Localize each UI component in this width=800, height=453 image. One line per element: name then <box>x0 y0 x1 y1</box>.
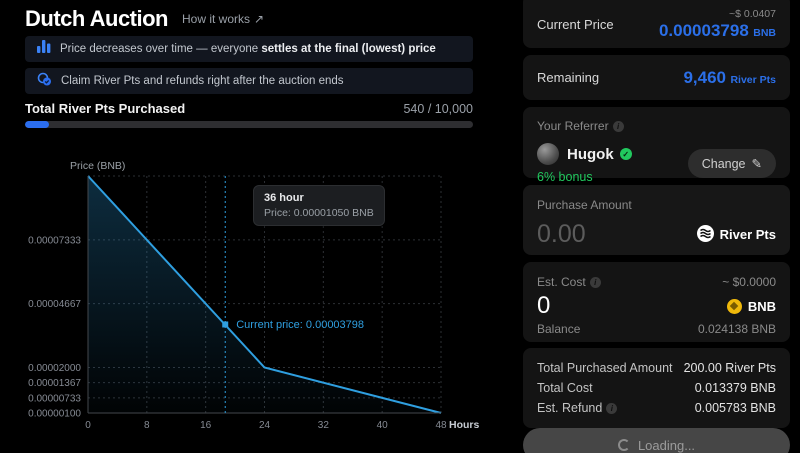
river-pts-icon <box>697 225 714 245</box>
svg-text:32: 32 <box>318 420 330 431</box>
current-price-usd: ~$ 0.0407 <box>659 8 776 20</box>
loading-button[interactable]: Loading... <box>523 428 790 453</box>
progress-bar <box>25 121 473 128</box>
svg-text:40: 40 <box>377 420 389 431</box>
svg-text:0.00000733: 0.00000733 <box>28 393 81 404</box>
est-cost-usd: ~ $0.0000 <box>722 275 776 289</box>
progress-header: Total River Pts Purchased 540 / 10,000 <box>25 101 473 116</box>
svg-text:8: 8 <box>144 420 150 431</box>
tooltip-hour: 36 hour <box>264 192 374 204</box>
svg-text:16: 16 <box>200 420 212 431</box>
total-purchased-value: 200.00 River Pts <box>684 361 776 375</box>
referrer-name: Hugok <box>567 146 614 163</box>
change-referrer-button[interactable]: Change ✎ <box>688 149 776 178</box>
remaining-unit: River Pts <box>730 74 776 86</box>
balance-value: 0.024138 BNB <box>698 322 776 336</box>
svg-text:Hours: Hours <box>449 419 479 431</box>
banner-text: Claim River Pts and refunds right after … <box>61 75 344 87</box>
page-title: Dutch Auction <box>25 6 168 32</box>
progress-label: Total River Pts Purchased <box>25 101 185 116</box>
bnb-chip: BNB <box>727 299 776 314</box>
current-price-card: Current Price ~$ 0.0407 0.00003798 BNB <box>523 0 790 48</box>
svg-text:24: 24 <box>259 420 271 431</box>
referrer-label: Your Referrer <box>537 119 609 133</box>
svg-text:0.00004667: 0.00004667 <box>28 299 81 310</box>
info-icon[interactable]: i <box>613 121 624 132</box>
bnb-token-label: BNB <box>748 299 776 314</box>
est-cost-label: Est. Cost <box>537 275 586 289</box>
purchase-amount-input[interactable] <box>537 220 687 249</box>
purchase-amount-card: Purchase Amount River Pts <box>523 185 790 255</box>
page-header: Dutch Auction How it works ↗ <box>25 6 264 32</box>
referrer-card: Your Referreri Hugok ✓ 6% bonus Change ✎ <box>523 107 790 178</box>
summary-card: Total Purchased Amount 200.00 River Pts … <box>523 348 790 428</box>
remaining-card: Remaining 9,460 River Pts <box>523 55 790 100</box>
total-cost-value: 0.013379 BNB <box>695 381 776 395</box>
progress-fill <box>25 121 49 128</box>
summary-row: Est. Refundi 0.005783 BNB <box>537 401 776 415</box>
info-icon[interactable]: i <box>590 277 601 288</box>
summary-row: Total Purchased Amount 200.00 River Pts <box>537 361 776 375</box>
loading-button-label: Loading... <box>638 438 695 453</box>
est-refund-label: Est. Refundi <box>537 401 617 415</box>
est-cost-card: Est. Cost i ~ $0.0000 0 BNB Balance 0.024… <box>523 262 790 342</box>
chart-tooltip: 36 hour Price: 0.00001050 BNB <box>253 185 385 226</box>
svg-text:Current price: 0.00003798: Current price: 0.00003798 <box>236 319 364 331</box>
svg-text:48: 48 <box>435 420 447 431</box>
banner-claim: Claim River Pts and refunds right after … <box>25 68 473 94</box>
svg-text:0.00007333: 0.00007333 <box>28 235 81 246</box>
info-icon[interactable]: i <box>606 403 617 414</box>
banner-text: Price decreases over time — everyone set… <box>60 43 436 55</box>
how-it-works-link[interactable]: How it works ↗ <box>182 12 264 26</box>
price-chart[interactable]: Current price: 0.00003798 0.00007333 0.000… <box>20 158 495 440</box>
bnb-coin-icon <box>727 299 742 314</box>
svg-text:Price (BNB): Price (BNB) <box>70 160 125 172</box>
total-cost-label: Total Cost <box>537 381 593 395</box>
river-pts-token-label: River Pts <box>720 227 776 242</box>
referrer-bonus: 6% bonus <box>537 170 632 184</box>
claim-coins-icon <box>37 72 52 91</box>
purchase-amount-label: Purchase Amount <box>537 198 632 212</box>
remaining-label: Remaining <box>537 70 599 85</box>
tooltip-price: Price: 0.00001050 BNB <box>264 207 374 219</box>
spinner-icon <box>618 439 630 451</box>
bar-chart-icon <box>37 40 51 58</box>
svg-text:0: 0 <box>85 420 91 431</box>
balance-label: Balance <box>537 322 580 336</box>
progress-value: 540 / 10,000 <box>403 102 473 116</box>
current-price-value: 0.00003798 <box>659 21 749 40</box>
pencil-icon: ✎ <box>752 156 762 171</box>
total-purchased-label: Total Purchased Amount <box>537 361 673 375</box>
remaining-value: 9,460 <box>683 68 726 87</box>
summary-row: Total Cost 0.013379 BNB <box>537 381 776 395</box>
current-price-label: Current Price <box>537 17 614 32</box>
svg-text:0.00000100: 0.00000100 <box>28 409 81 420</box>
verified-badge-icon: ✓ <box>620 148 632 160</box>
purchase-panel: Current Price ~$ 0.0407 0.00003798 BNB R… <box>523 0 790 453</box>
svg-text:0.00002000: 0.00002000 <box>28 363 81 374</box>
est-refund-value: 0.005783 BNB <box>695 401 776 415</box>
referrer-avatar <box>537 143 559 165</box>
banner-price-decrease: Price decreases over time — everyone set… <box>25 36 473 62</box>
river-pts-chip: River Pts <box>697 225 776 245</box>
external-arrow-icon: ↗ <box>254 12 264 26</box>
est-cost-value: 0 <box>537 293 550 319</box>
svg-text:0.00001367: 0.00001367 <box>28 378 81 389</box>
current-price-unit: BNB <box>753 27 776 39</box>
